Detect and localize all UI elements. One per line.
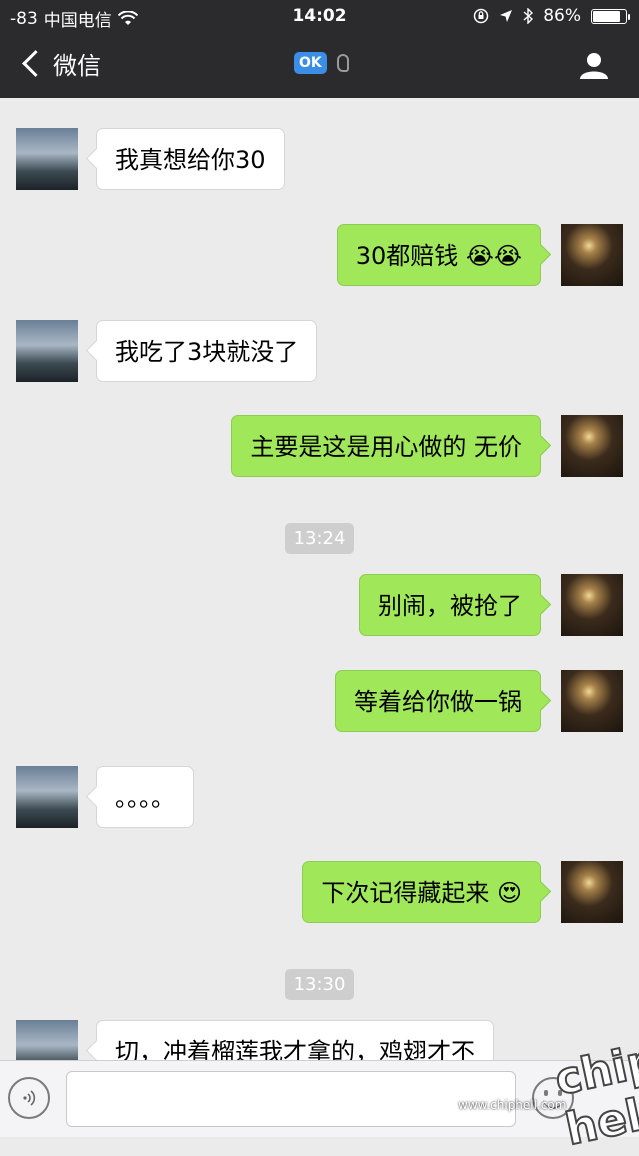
chevron-left-icon xyxy=(22,50,49,77)
message-bubble-incoming[interactable]: 我真想给你30 xyxy=(96,128,285,190)
contact-avatar[interactable] xyxy=(16,766,78,828)
profile-icon[interactable] xyxy=(579,50,609,80)
my-avatar[interactable] xyxy=(561,224,623,286)
timestamp-label: 13:24 xyxy=(284,523,355,554)
top-bar: -83 中国电信 14:02 86% 微信 OK xyxy=(0,0,639,98)
message-bubble-incoming[interactable]: 我吃了3块就没了 xyxy=(96,320,318,382)
watermark-logo: chip hell xyxy=(550,1033,639,1156)
watermark-url: www.chiphell.com xyxy=(458,1098,567,1112)
message-bubble-outgoing[interactable]: 下次记得藏起来 😍 xyxy=(302,861,541,923)
ok-emoji-title: OK xyxy=(294,52,327,74)
my-avatar[interactable] xyxy=(561,574,623,636)
rotation-lock-icon xyxy=(473,8,489,24)
contact-avatar[interactable] xyxy=(16,128,78,190)
battery-fill xyxy=(593,10,620,22)
battery-icon xyxy=(591,8,630,24)
chat-area[interactable]: 我真想给你30 30都赔钱 😭😭 我吃了3块就没了 主要是这是用心做的 无价 1… xyxy=(0,98,639,1060)
contact-avatar[interactable] xyxy=(16,1020,78,1060)
nav-bar: 微信 OK xyxy=(0,34,639,98)
my-avatar[interactable] xyxy=(561,861,623,923)
timestamp: 13:24 xyxy=(0,523,639,554)
chat-title: OK xyxy=(294,52,349,74)
timestamp-label: 13:30 xyxy=(284,969,355,1000)
ear-icon xyxy=(336,54,349,72)
contact-avatar[interactable] xyxy=(16,320,78,382)
message-bubble-outgoing[interactable]: 别闹，被抢了 xyxy=(359,574,541,636)
message-input[interactable] xyxy=(66,1071,516,1127)
voice-icon xyxy=(23,1090,36,1106)
message-bubble-outgoing[interactable]: 主要是这是用心做的 无价 xyxy=(231,415,541,477)
my-avatar[interactable] xyxy=(561,670,623,732)
message-bubble-outgoing[interactable]: 30都赔钱 😭😭 xyxy=(336,224,541,286)
back-button[interactable]: 微信 xyxy=(18,46,101,81)
message-bubble-incoming[interactable]: 切，冲着榴莲我才拿的，鸡翅才不 xyxy=(96,1020,494,1060)
battery-percent: 86% xyxy=(543,6,581,26)
message-bubble-incoming[interactable]: 。。。。 xyxy=(96,766,194,828)
voice-input-button[interactable] xyxy=(8,1077,50,1119)
location-icon xyxy=(500,10,513,22)
message-bubble-outgoing[interactable]: 等着给你做一锅 xyxy=(335,670,541,732)
status-right: 86% xyxy=(473,6,630,26)
my-avatar[interactable] xyxy=(561,415,623,477)
status-bar: -83 中国电信 14:02 86% xyxy=(0,0,639,34)
back-label: 微信 xyxy=(53,52,101,80)
bluetooth-icon xyxy=(523,8,534,24)
timestamp: 13:30 xyxy=(0,969,639,1000)
